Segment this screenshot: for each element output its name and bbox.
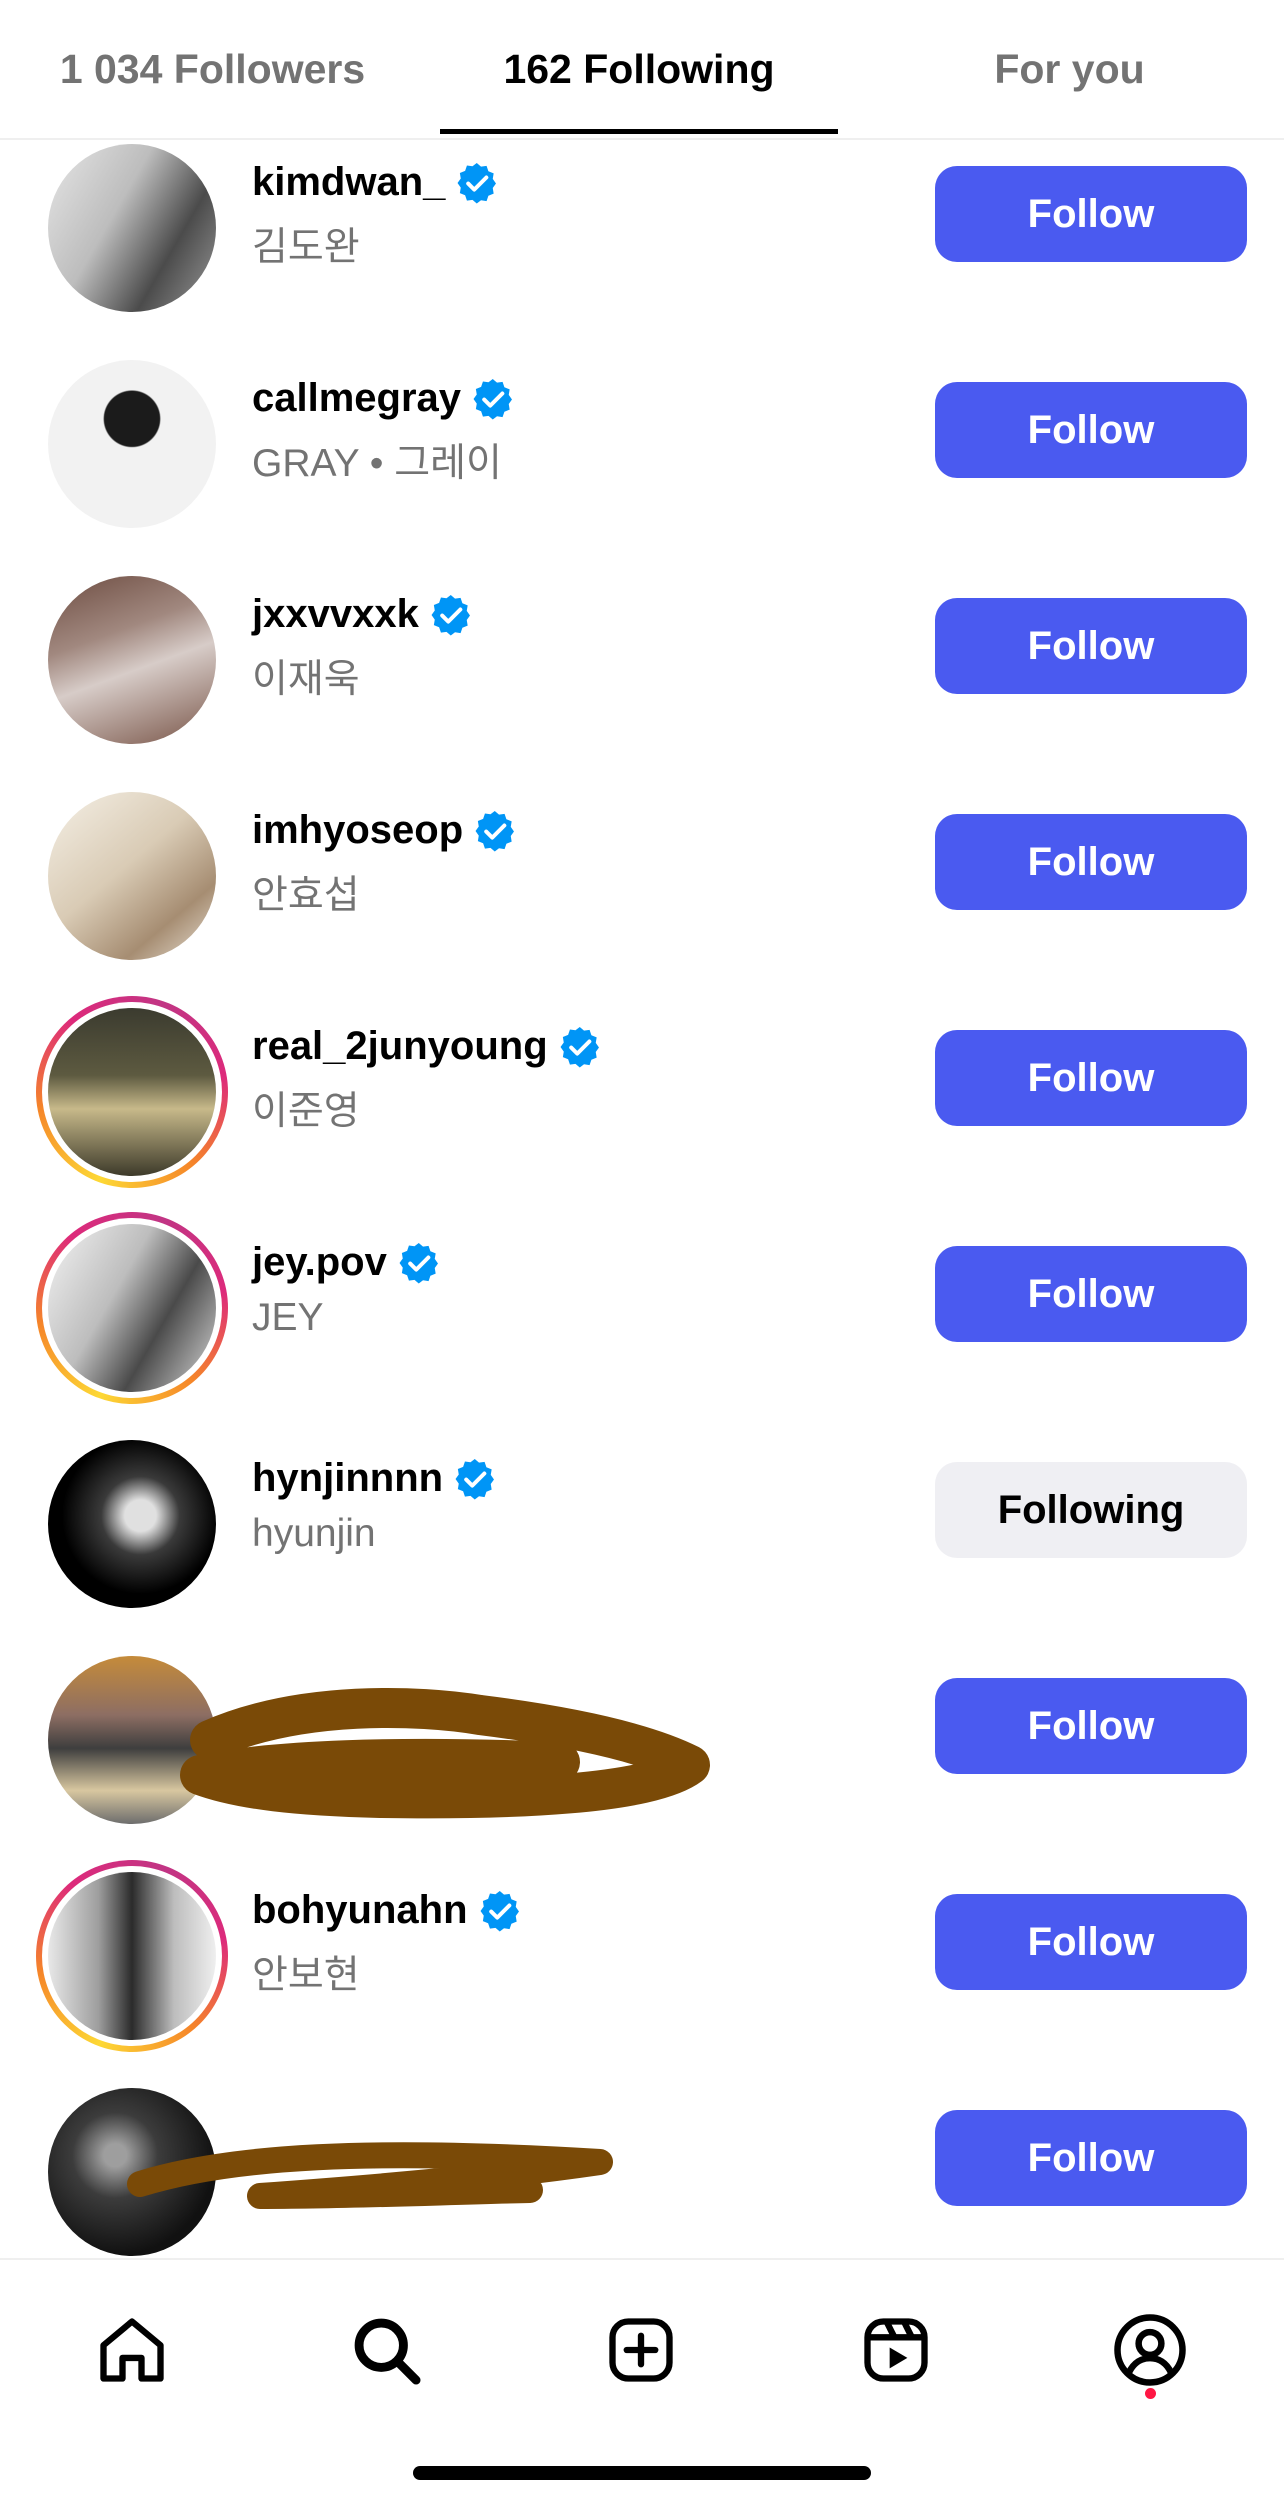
tab-bar: 1 034 Followers 162 Following For you [0,0,1284,140]
follow-button[interactable]: Follow [935,598,1247,694]
follow-button[interactable]: Follow [935,166,1247,262]
tab-for-you[interactable]: For you [855,0,1284,138]
follow-button[interactable]: Follow [935,1246,1247,1342]
full-name: hyunjin [252,1512,376,1555]
verified-badge-icon [431,594,470,636]
username[interactable]: bohyunahn [252,1888,468,1933]
nav-search[interactable] [336,2300,436,2400]
list-item[interactable]: real_2junyoung 이준영 Follow [0,996,1284,1188]
list-item[interactable]: jey.pov JEY Follow [0,1212,1284,1404]
verified-badge-icon [455,1458,495,1500]
username[interactable]: callmegray [252,376,461,421]
full-name: 안보현 [252,1954,360,1997]
verified-badge-icon [457,162,497,204]
follow-button[interactable]: Follow [935,1030,1247,1126]
nav-home[interactable] [82,2300,182,2400]
username[interactable]: hynjinnnn [252,1456,443,1501]
follow-button[interactable]: Follow [935,1894,1247,1990]
following-button[interactable]: Following [935,1462,1247,1558]
list-item[interactable]: jxxvvxxk 이재욱 Follow [0,564,1284,744]
follow-button[interactable]: Follow [935,2110,1247,2206]
verified-badge-icon [560,1026,599,1068]
verified-badge-icon [480,1890,519,1932]
follow-button[interactable]: Follow [935,382,1247,478]
avatar[interactable] [36,348,228,540]
reels-icon [864,2318,928,2382]
list-item[interactable]: bohyunahn 안보현 Follow [0,1860,1284,2052]
redaction-scribble [127,2142,613,2209]
list-item[interactable]: Follow [0,2076,1284,2256]
avatar[interactable] [36,1860,228,2052]
redaction-scribble [180,1687,710,1819]
avatar[interactable] [36,780,228,972]
create-icon [609,2318,673,2382]
follow-button[interactable]: Follow [935,814,1247,910]
nav-profile[interactable] [1100,2300,1200,2400]
full-name: 안효섭 [252,874,360,917]
verified-badge-icon [473,378,513,420]
avatar[interactable] [36,1428,228,1620]
home-indicator [413,2466,871,2480]
avatar[interactable] [36,564,228,756]
nav-create[interactable] [591,2300,691,2400]
profile-icon [1114,2314,1186,2386]
username[interactable]: jey.pov [252,1240,387,1285]
follow-button[interactable]: Follow [935,1678,1247,1774]
list-item[interactable]: imhyoseop 안효섭 Follow [0,780,1284,960]
verified-badge-icon [399,1242,438,1284]
avatar[interactable] [36,1212,228,1404]
notification-dot [1145,2388,1156,2399]
nav-reels[interactable] [846,2300,946,2400]
list-item[interactable]: hynjinnnn hyunjin Following [0,1428,1284,1608]
full-name: 이준영 [252,1090,360,1133]
list-item[interactable]: Follow [0,1644,1284,1824]
username[interactable]: real_2junyoung [252,1024,548,1069]
list-item[interactable]: kimdwan_ 김도완 Follow [0,132,1284,312]
avatar[interactable] [36,996,228,1188]
search-icon [354,2318,421,2385]
verified-badge-icon [475,810,515,852]
avatar[interactable] [36,132,228,324]
username[interactable]: imhyoseop [252,808,463,853]
full-name: JEY [252,1296,324,1339]
full-name: GRAY • 그레이 [252,442,502,485]
tab-following[interactable]: 162 Following [440,0,838,138]
home-icon [100,2318,164,2382]
full-name: 이재욱 [252,658,360,701]
full-name: 김도완 [252,226,360,269]
list-item[interactable]: callmegray GRAY • 그레이 Follow [0,348,1284,528]
username[interactable]: kimdwan_ [252,160,445,205]
username[interactable]: jxxvvxxk [252,592,419,637]
tab-followers[interactable]: 1 034 Followers [0,0,425,138]
